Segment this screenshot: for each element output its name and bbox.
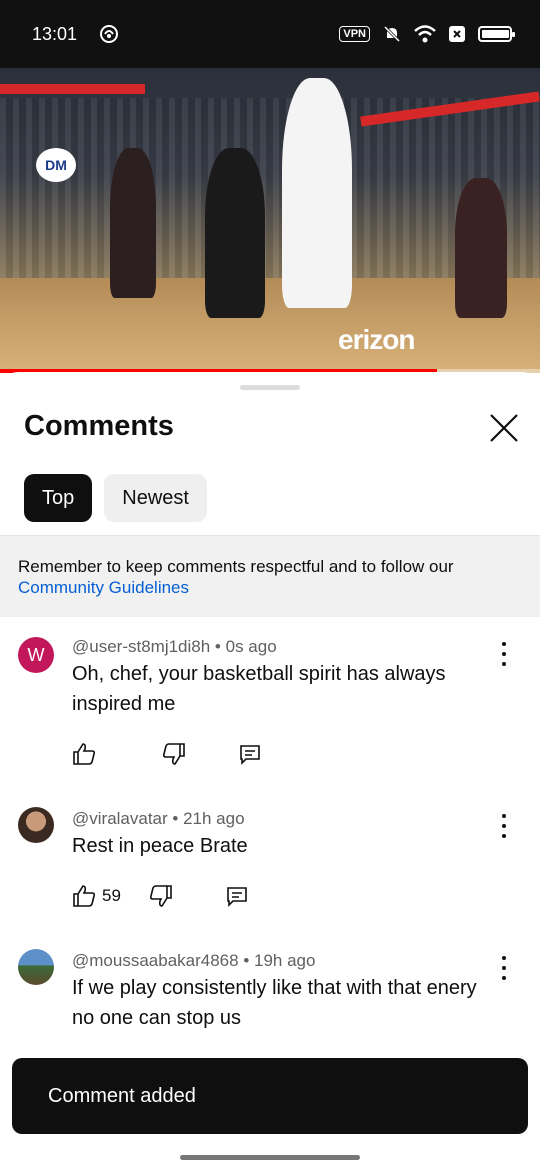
comment-actions: 59 [72, 884, 249, 908]
avatar[interactable] [18, 807, 54, 843]
comment-author[interactable]: @viralavatar [72, 809, 168, 828]
community-guidelines-link[interactable]: Community Guidelines [18, 577, 522, 598]
dislike-button[interactable] [162, 742, 186, 766]
comment-time: 19h ago [254, 951, 316, 970]
status-time: 13:01 [32, 23, 78, 44]
comment-text: Oh, chef, your basketball spirit has alw… [72, 663, 446, 715]
sponsor-text: erizon [338, 324, 415, 355]
drag-handle[interactable] [240, 385, 300, 390]
thumbs-up-icon [73, 885, 96, 907]
video-player[interactable]: DM erizon [0, 68, 540, 373]
comment-text: Rest in peace Brate [72, 835, 248, 857]
like-button[interactable]: 59 [72, 884, 121, 908]
comment-author[interactable]: @user-st8mj1di8h [72, 637, 210, 656]
battery-icon [478, 26, 515, 42]
status-bar: 13:01 VPN [0, 0, 540, 68]
mute-icon [383, 25, 401, 43]
notice-text: Remember to keep comments respectful and… [18, 557, 454, 576]
comment-text: If we play consistently like that with t… [72, 977, 477, 1029]
comment-time: 21h ago [183, 809, 245, 828]
community-notice: Remember to keep comments respectful and… [0, 535, 540, 617]
reply-button[interactable] [225, 884, 249, 908]
sheet-title: Comments [24, 410, 174, 442]
more-options-icon[interactable] [494, 814, 514, 838]
avatar[interactable] [18, 949, 54, 985]
reply-button[interactable] [238, 742, 262, 766]
comment-meta: @moussaabakar4868 • 19h ago [72, 951, 316, 970]
home-indicator[interactable] [180, 1155, 360, 1160]
tab-top[interactable]: Top [24, 474, 93, 522]
reply-icon [227, 887, 247, 907]
toast-text: Comment added [48, 1084, 196, 1107]
dislike-button[interactable] [149, 884, 173, 908]
comment-time: 0s ago [225, 637, 277, 656]
avatar[interactable]: W [18, 637, 54, 673]
close-icon[interactable] [486, 410, 522, 446]
thumbs-up-icon [73, 743, 96, 765]
thumbs-down-icon [149, 885, 172, 907]
comment-author[interactable]: @moussaabakar4868 [72, 951, 239, 970]
sort-tabs: Top Newest [24, 474, 207, 522]
comment-meta: @viralavatar • 21h ago [72, 809, 245, 828]
sim-x-icon [449, 26, 465, 42]
like-button[interactable] [72, 742, 102, 766]
wifi-icon [414, 25, 436, 43]
reply-icon [240, 745, 260, 765]
comment-actions [72, 742, 262, 766]
headset-icon [100, 25, 119, 43]
comment-meta: @user-st8mj1di8h • 0s ago [72, 637, 277, 656]
thumbs-down-icon [162, 743, 185, 765]
like-count: 59 [102, 886, 121, 905]
more-options-icon[interactable] [494, 956, 514, 980]
channel-logo: DM [36, 148, 76, 182]
more-options-icon[interactable] [494, 642, 514, 666]
vpn-badge: VPN [339, 26, 370, 42]
comments-sheet: Comments Top Newest Remember to keep com… [0, 372, 540, 1170]
tab-newest[interactable]: Newest [104, 474, 207, 522]
snackbar-toast: Comment added [12, 1058, 528, 1134]
